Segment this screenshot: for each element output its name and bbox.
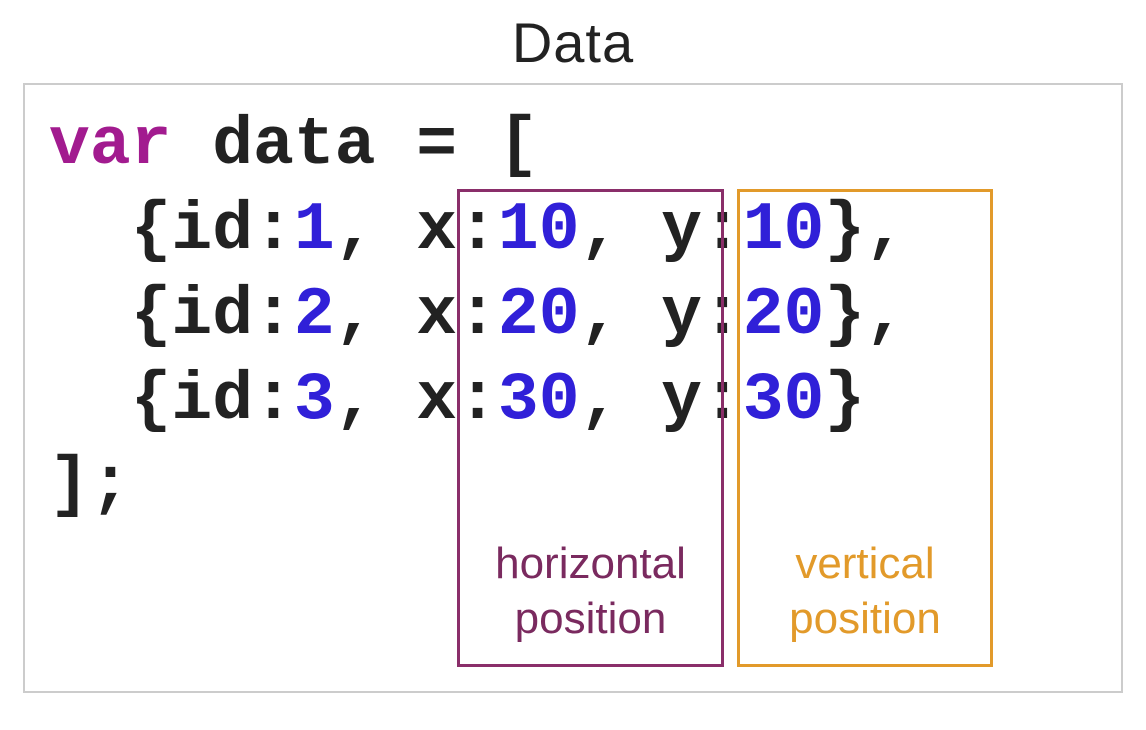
annotation-box-x: horizontal position	[457, 189, 724, 667]
identifier-data: data	[212, 107, 375, 184]
annotation-label: vertical	[740, 536, 990, 591]
code-container: var data = [ {id:1, x:10, y:10}, {id:2, …	[23, 83, 1123, 693]
number: 1	[294, 192, 335, 269]
number: 3	[294, 362, 335, 439]
annotation-label: position	[740, 591, 990, 646]
annotation-label: position	[460, 591, 721, 646]
number: 2	[294, 277, 335, 354]
keyword-var: var	[49, 107, 171, 184]
annotation-box-y: vertical position	[737, 189, 993, 667]
slide-title: Data	[512, 10, 634, 75]
annotation-label: horizontal	[460, 536, 721, 591]
